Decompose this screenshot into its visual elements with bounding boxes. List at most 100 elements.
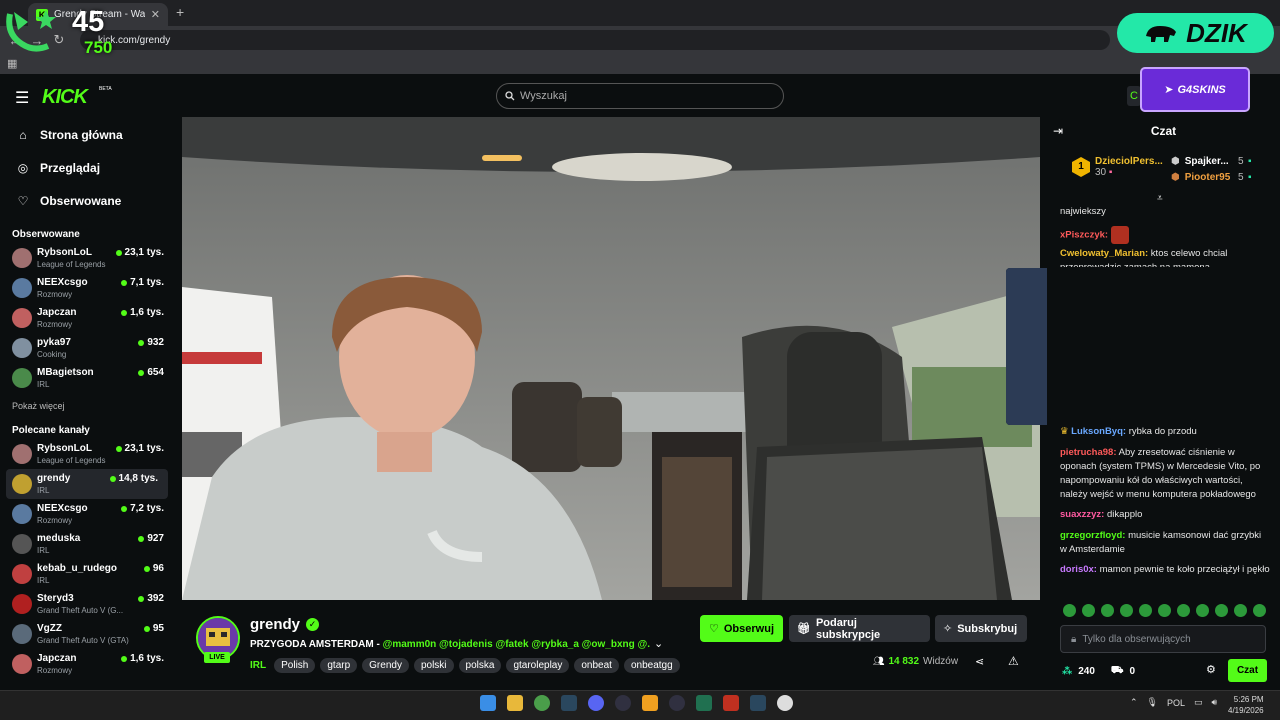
- sidebar-channel[interactable]: RybsonLoL League of Legends 23,1 tys.: [0, 243, 174, 273]
- obs-icon[interactable]: [615, 695, 631, 711]
- emote-icon[interactable]: [1158, 604, 1171, 617]
- leaderboard-third[interactable]: ⬢ Piooter95 5 ▪: [1171, 172, 1252, 183]
- start-icon[interactable]: [480, 695, 496, 711]
- sidebar-channel[interactable]: MBagietson IRL 654: [0, 363, 174, 393]
- language-indicator[interactable]: POL: [1167, 698, 1185, 708]
- expand-pinned-icon[interactable]: ⩡: [1157, 193, 1163, 204]
- sidebar-channel[interactable]: kebab_u_rudego IRL 96: [0, 559, 174, 589]
- chat-username[interactable]: doris0x:: [1060, 564, 1097, 575]
- emote-icon[interactable]: [1215, 604, 1228, 617]
- emote-icon[interactable]: [1196, 604, 1209, 617]
- streamer-name[interactable]: grendy ✓: [250, 616, 320, 633]
- gift-sub-button[interactable]: 🎁︎ Podaruj subskrypcje: [789, 615, 930, 642]
- emote-icon[interactable]: [1063, 604, 1076, 617]
- channel-viewers: 7,2 tys.: [121, 503, 174, 514]
- excel-icon[interactable]: [696, 695, 712, 711]
- share-icon[interactable]: ⋖: [975, 655, 984, 668]
- emote-icon[interactable]: [1082, 604, 1095, 617]
- leaderboard-top[interactable]: 1 DzieciolPers... 30 ▪: [1072, 156, 1163, 178]
- url-field[interactable]: kick.com/grendy: [80, 30, 1110, 50]
- leaderboard-third-value: 5: [1238, 172, 1244, 183]
- sidebar-channel[interactable]: RybsonLoL League of Legends 23,1 tys.: [0, 439, 174, 469]
- emote-icon[interactable]: [1101, 604, 1114, 617]
- steam-icon[interactable]: [561, 695, 577, 711]
- tag[interactable]: Grendy: [362, 658, 409, 673]
- verified-icon: ✓: [306, 618, 320, 631]
- close-tab-icon[interactable]: ✕: [151, 8, 160, 21]
- nav-home-label: Strona główna: [40, 127, 123, 142]
- mic-icon[interactable]: 🎙︎: [1147, 697, 1158, 708]
- chat-username[interactable]: suaxzzyz:: [1060, 509, 1104, 520]
- search-input[interactable]: Wyszukaj: [496, 83, 784, 109]
- emote-icon[interactable]: [1177, 604, 1190, 617]
- kick-logo[interactable]: KICK: [42, 86, 88, 109]
- clock-time: 5:26 PM: [1233, 695, 1264, 704]
- report-icon[interactable]: ⚠: [1008, 654, 1019, 668]
- sidebar-channel[interactable]: VgZZ Grand Theft Auto V (GTA) 95: [0, 619, 174, 649]
- bookmarks-bar: ▦: [0, 54, 1280, 74]
- header-button[interactable]: C: [1127, 86, 1141, 106]
- tag[interactable]: gtarp: [320, 658, 358, 673]
- sidebar-channel[interactable]: pyka97 Cooking 932: [0, 333, 174, 363]
- nav-home[interactable]: ⌂ Strona główna: [0, 118, 174, 151]
- channel-viewer-count: 927: [147, 533, 164, 544]
- sidebar-channel[interactable]: Japczan Rozmowy 1,6 tys.: [0, 303, 174, 333]
- leaderboard-second[interactable]: ⬢ Spajker... 5 ▪: [1171, 156, 1252, 167]
- sidebar-channel[interactable]: meduska IRL 927: [0, 529, 174, 559]
- chat-username[interactable]: xPiszczyk:: [1060, 230, 1108, 241]
- subscribe-button[interactable]: ✧ Subskrybuj: [935, 615, 1027, 642]
- sidebar-channel[interactable]: Steryd3 Grand Theft Auto V (G... 392: [0, 589, 174, 619]
- tag[interactable]: Polish: [274, 658, 316, 673]
- sidebar-channel[interactable]: NEEXcsgo Rozmowy 7,1 tys.: [0, 273, 174, 303]
- app-icon[interactable]: [777, 695, 793, 711]
- emote-icon[interactable]: [1234, 604, 1247, 617]
- chevron-up-icon[interactable]: ⌃: [1130, 697, 1138, 708]
- chat-username[interactable]: LuksonByq:: [1071, 426, 1126, 437]
- stream-category[interactable]: IRL: [250, 660, 266, 671]
- app-icon[interactable]: [669, 695, 685, 711]
- channel-viewer-count: 392: [147, 593, 164, 604]
- tag[interactable]: polska: [458, 658, 502, 673]
- app-icon[interactable]: [642, 695, 658, 711]
- channel-category: Grand Theft Auto V (GTA): [37, 635, 129, 645]
- nav-following[interactable]: ♡ Obserwowane: [0, 184, 174, 217]
- send-chat-button[interactable]: Czat: [1228, 659, 1267, 682]
- chat-username[interactable]: pietrucha98:: [1060, 447, 1117, 458]
- steam-icon[interactable]: [750, 695, 766, 711]
- discord-icon[interactable]: [588, 695, 604, 711]
- tag[interactable]: onbeatgg: [623, 658, 680, 673]
- channel-viewer-count: 1,6 tys.: [130, 653, 164, 664]
- show-more-link[interactable]: Pokaż więcej: [0, 393, 174, 419]
- emote-icon[interactable]: [1120, 604, 1133, 617]
- points-icon[interactable]: ⁂: [1062, 666, 1072, 677]
- chat-input[interactable]: 🔒︎ Tylko dla obserwujących: [1060, 625, 1266, 653]
- chrome-icon[interactable]: [534, 695, 550, 711]
- chat-username[interactable]: grzegorzfloyd:: [1060, 530, 1125, 541]
- emote-icon[interactable]: [1139, 604, 1152, 617]
- menu-icon[interactable]: ☰: [15, 88, 29, 108]
- follow-button[interactable]: ♡ Obserwuj: [700, 615, 783, 642]
- taskbar-clock[interactable]: 5:26 PM 4/19/2026: [1228, 694, 1264, 716]
- apps-grid-icon[interactable]: ▦: [7, 57, 17, 70]
- channel-avatar: [12, 338, 32, 358]
- chat-username[interactable]: Cwelowaty_Marian:: [1060, 248, 1148, 259]
- tag[interactable]: polski: [413, 658, 454, 673]
- sidebar-channel[interactable]: NEEXcsgo Rozmowy 7,2 tys.: [0, 499, 174, 529]
- gift-icon[interactable]: ⛟: [1111, 665, 1124, 678]
- sidebar-channel[interactable]: grendy IRL 14,8 tys.: [6, 469, 168, 499]
- nav-browse[interactable]: ◎ Przeglądaj: [0, 151, 174, 184]
- new-tab-icon[interactable]: +: [176, 4, 184, 20]
- stream-overlay-logo: [6, 10, 56, 52]
- file-explorer-icon[interactable]: [507, 695, 523, 711]
- settings-icon[interactable]: ⚙: [1206, 663, 1216, 676]
- video-player[interactable]: [182, 117, 1040, 600]
- volume-icon[interactable]: 🔊︎: [1212, 697, 1218, 708]
- shield-icon[interactable]: [723, 695, 739, 711]
- stream-title-mentions[interactable]: @mamm0n @tojadenis @fatek @rybka_a @ow_b…: [383, 639, 650, 650]
- tag[interactable]: gtaroleplay: [506, 658, 570, 673]
- network-icon[interactable]: ▭: [1194, 697, 1203, 708]
- sidebar-channel[interactable]: Japczan Rozmowy 1,6 tys.: [0, 649, 174, 679]
- chevron-down-icon[interactable]: ⌄: [654, 637, 663, 650]
- tag[interactable]: onbeat: [574, 658, 619, 673]
- emote-icon[interactable]: [1253, 604, 1266, 617]
